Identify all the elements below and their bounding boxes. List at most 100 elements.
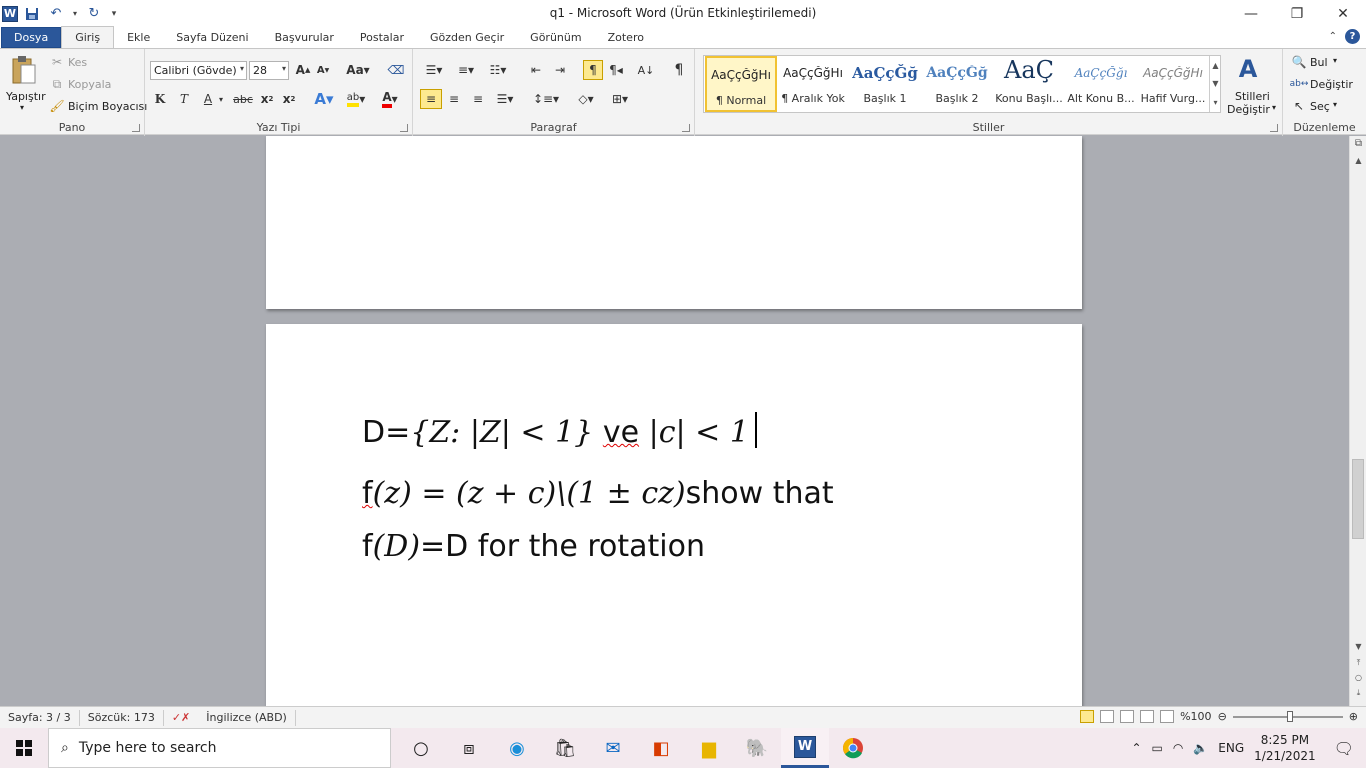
underline-icon[interactable]: A [201, 91, 215, 107]
font-launcher-icon[interactable] [400, 124, 408, 132]
minimize-button[interactable]: — [1228, 0, 1274, 27]
replace-icon[interactable]: ab↔ [1290, 77, 1309, 91]
style-normal[interactable]: AaÇçĞğHı ¶ Normal [705, 56, 777, 112]
equation-line-1[interactable]: D={Z: |Z| < 1} ve |c| < 1 [362, 412, 757, 450]
web-layout-view-icon[interactable] [1120, 710, 1135, 723]
superscript-icon[interactable]: x2 [281, 91, 297, 107]
tab-dosya[interactable]: Dosya [1, 27, 62, 48]
windows-start-icon[interactable] [0, 728, 48, 768]
format-painter-label[interactable]: Biçim Boyacısı [68, 100, 147, 113]
increase-indent-icon[interactable]: ⇥ [551, 62, 569, 78]
page-count[interactable]: Sayfa: 3 / 3 [0, 709, 80, 726]
bullets-icon[interactable]: ☰▾ [421, 62, 447, 78]
word-logo-icon[interactable]: W [2, 5, 18, 22]
mail-icon[interactable]: ✉ [589, 728, 637, 768]
clear-formatting-icon[interactable]: ⌫ [387, 61, 405, 79]
notifications-icon[interactable]: 🗨 [1334, 739, 1354, 758]
language-indicator[interactable]: İngilizce (ABD) [198, 709, 296, 726]
word-count[interactable]: Sözcük: 173 [80, 709, 164, 726]
clipboard-launcher-icon[interactable] [132, 124, 140, 132]
zoom-slider[interactable] [1232, 710, 1343, 722]
sort-icon[interactable]: A↓ [637, 62, 655, 78]
undo-dropdown-icon[interactable]: ▾ [70, 4, 80, 24]
gallery-scroll[interactable]: ▲ ▼ ▾ [1209, 56, 1221, 112]
ltr-direction-icon[interactable]: ¶ [583, 60, 603, 80]
battery-icon[interactable]: ▭ [1152, 741, 1163, 755]
select-dropdown-icon[interactable]: ▾ [1333, 100, 1337, 109]
decrease-indent-icon[interactable]: ⇤ [527, 62, 545, 78]
scroll-thumb[interactable] [1352, 459, 1364, 539]
cut-label[interactable]: Kes [68, 56, 87, 69]
tab-gorunum[interactable]: Görünüm [517, 27, 594, 48]
style-heading-2[interactable]: AaÇçĞğ Başlık 2 [921, 56, 993, 112]
save-icon[interactable] [22, 4, 42, 24]
gallery-down-icon[interactable]: ▼ [1212, 79, 1218, 88]
subscript-icon[interactable]: x2 [259, 91, 275, 107]
grow-font-icon[interactable]: A ▲ [295, 62, 311, 78]
change-styles-icon[interactable]: A [1231, 55, 1265, 83]
zoom-slider-knob[interactable] [1286, 710, 1293, 722]
paste-label[interactable]: Yapıştır [6, 90, 46, 103]
edge-icon[interactable]: ◉ [493, 728, 541, 768]
previous-page-icon[interactable]: ⤒ [1350, 658, 1366, 668]
style-subtitle[interactable]: AaÇçĞğı Alt Konu B... [1065, 56, 1137, 112]
equation-line-3[interactable]: f(D)=D for the rotation [362, 529, 705, 564]
help-icon[interactable]: ? [1345, 29, 1360, 44]
paste-icon[interactable] [10, 55, 38, 85]
ruler-toggle-icon[interactable]: ⧉ [1350, 138, 1366, 149]
change-styles-label-1[interactable]: Stilleri [1235, 90, 1270, 103]
paragraph-launcher-icon[interactable] [682, 124, 690, 132]
next-page-icon[interactable]: ⤓ [1350, 688, 1366, 698]
rtl-direction-icon[interactable]: ¶◂ [607, 62, 625, 78]
replace-label[interactable]: Değiştir [1310, 78, 1353, 91]
gallery-more-icon[interactable]: ▾ [1213, 98, 1217, 107]
paste-dropdown-icon[interactable]: ▾ [20, 103, 24, 112]
vertical-scrollbar[interactable]: ⧉ ▲ ▼ ⤒ ○ ⤓ [1349, 136, 1366, 706]
customize-qat-icon[interactable]: ▾ [108, 4, 120, 24]
zoom-out-icon[interactable]: ⊖ [1218, 710, 1227, 723]
align-left-icon[interactable]: ≡ [420, 89, 442, 109]
undo-icon[interactable]: ↶ [46, 4, 66, 24]
tab-basvurular[interactable]: Başvurular [262, 27, 347, 48]
clock[interactable]: 8:25 PM 1/21/2021 [1254, 732, 1316, 764]
postgres-icon[interactable]: 🐘 [733, 728, 781, 768]
align-right-icon[interactable]: ≡ [469, 90, 487, 108]
office-icon[interactable]: ◧ [637, 728, 685, 768]
language-tray[interactable]: ENG [1218, 741, 1244, 755]
scroll-down-icon[interactable]: ▼ [1350, 642, 1366, 651]
document-area[interactable]: D={Z: |Z| < 1} ve |c| < 1 f(z) = (z + c)… [0, 136, 1349, 706]
style-no-spacing[interactable]: AaÇçĞğHı ¶ Aralık Yok [777, 56, 849, 112]
italic-icon[interactable]: T [177, 91, 191, 107]
word-taskbar-icon[interactable]: W [781, 728, 829, 768]
scroll-up-icon[interactable]: ▲ [1350, 156, 1366, 165]
align-center-icon[interactable]: ≡ [445, 90, 463, 108]
zoom-level[interactable]: %100 [1180, 710, 1211, 723]
font-name-combo[interactable]: Calibri (Gövde) ▾ [150, 61, 247, 80]
tab-postalar[interactable]: Postalar [347, 27, 417, 48]
tab-ekle[interactable]: Ekle [114, 27, 163, 48]
close-button[interactable]: ✕ [1320, 0, 1366, 27]
font-color-icon[interactable]: A ▾ [377, 90, 403, 108]
proofing-icon[interactable]: ✓✗ [164, 710, 198, 726]
line-spacing-icon[interactable]: ↕≡▾ [533, 90, 559, 108]
volume-icon[interactable]: 🔈 [1193, 741, 1208, 755]
find-dropdown-icon[interactable]: ▾ [1333, 56, 1337, 65]
redo-icon[interactable]: ↻ [84, 4, 104, 24]
restore-button[interactable]: ❐ [1274, 0, 1320, 27]
select-label[interactable]: Seç [1310, 100, 1330, 113]
tab-giris[interactable]: Giriş [61, 26, 115, 48]
format-painter-icon[interactable]: 🖌 [49, 99, 64, 113]
style-title[interactable]: AaÇ Konu Başlı... [993, 56, 1065, 112]
tab-gozden-gecir[interactable]: Gözden Geçir [417, 27, 517, 48]
numbering-icon[interactable]: ≡▾ [453, 62, 479, 78]
minimize-ribbon-icon[interactable]: ⌃ [1329, 31, 1337, 42]
tab-zotero[interactable]: Zotero [595, 27, 657, 48]
wifi-icon[interactable]: ◠ [1173, 741, 1183, 755]
copy-label[interactable]: Kopyala [68, 78, 111, 91]
justify-icon[interactable]: ☰▾ [493, 90, 517, 108]
page-3[interactable]: D={Z: |Z| < 1} ve |c| < 1 f(z) = (z + c)… [266, 324, 1082, 706]
tab-sayfa-duzeni[interactable]: Sayfa Düzeni [163, 27, 261, 48]
draft-view-icon[interactable] [1160, 710, 1175, 723]
multilevel-list-icon[interactable]: ☷▾ [485, 62, 511, 78]
chrome-icon[interactable] [829, 728, 877, 768]
